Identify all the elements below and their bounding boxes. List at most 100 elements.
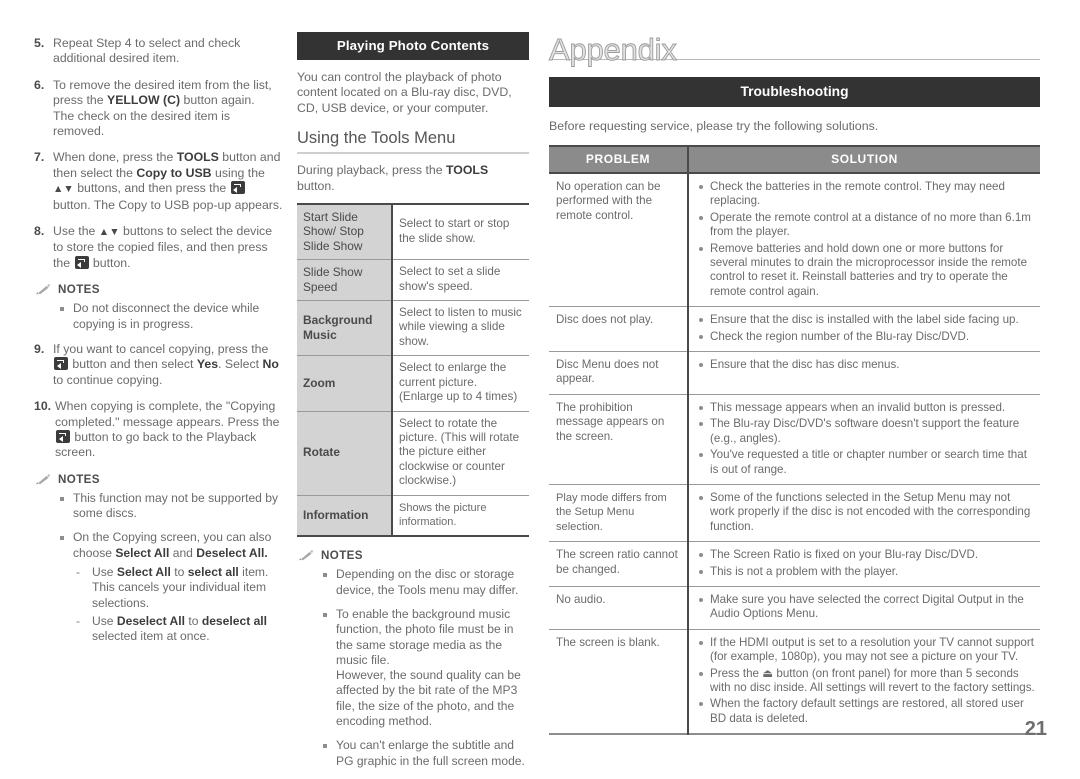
note-subitem: Use Select All to select all item. This … [73,565,284,611]
tools-key: Rotate [297,411,393,496]
solution-item: You've requested a title or chapter numb… [696,448,1035,477]
note-item: On the Copying screen, you can also choo… [60,530,284,644]
solution-item: Remove batteries and hold down one or mo… [696,242,1035,300]
notes-list-1: Do not disconnect the device while copyi… [34,301,284,332]
solution-item: The Screen Ratio is fixed on your Blu-ra… [696,548,1035,562]
notes-label: NOTES [58,283,100,297]
note-item: Depending on the disc or storage device,… [323,567,529,598]
troubleshooting-table: PROBLEM SOLUTION No operation can be per… [549,145,1040,736]
solution-item: This message appears when an invalid but… [696,401,1035,415]
table-row: Disc does not play. Ensure that the disc… [549,306,1040,353]
step-text: Repeat Step 4 to select and check additi… [53,36,241,66]
solution-item: Some of the functions selected in the Se… [696,491,1035,534]
solution-item: This is not a problem with the player. [696,565,1035,579]
table-row: The prohibition message appears on the s… [549,394,1040,485]
notes-heading-2: NOTES [34,473,284,486]
tools-menu-table: Start Slide Show/ Stop Slide Show Select… [297,203,529,538]
table-row: Zoom Select to enlarge the current pictu… [297,355,529,412]
section-title-troubleshooting: Troubleshooting [549,77,1040,107]
note-item: You can't enlarge the subtitle and PG gr… [323,738,529,769]
solution-item: Check the region number of the Blu-ray D… [696,330,1035,344]
step-text: When done, press the TOOLS button and th… [53,150,283,212]
solution-list: The Screen Ratio is fixed on your Blu-ra… [696,548,1035,579]
tools-intro: During playback, press the TOOLS button. [297,163,489,193]
tools-key: Start Slide Show/ Stop Slide Show [297,204,393,261]
table-header-row: PROBLEM SOLUTION [549,146,1040,174]
table-row: The screen ratio cannot be changed. The … [549,541,1040,587]
table-row: Start Slide Show/ Stop Slide Show Select… [297,204,529,261]
enter-button-icon [56,429,70,443]
subheading-using-tools-menu: Using the Tools Menu [297,129,529,155]
tools-value: Select to set a slide show's speed. [392,259,529,302]
step-number: 10. [34,399,52,414]
middle-column: Playing Photo Contents You can control t… [297,32,529,779]
intro-paragraph: You can control the playback of photo co… [297,70,512,115]
table-row: Background Music Select to listen to mus… [297,300,529,357]
solution-cell: Make sure you have selected the correct … [688,586,1040,630]
column-header-solution: SOLUTION [688,146,1040,174]
up-down-arrow-icons: ▲▼ [98,226,120,239]
step-9: 9. If you want to cancel copying, press … [34,342,284,388]
table-row: Slide Show Speed Select to set a slide s… [297,259,529,302]
table-row: Play mode differs from the Setup Menu se… [549,484,1040,543]
pencil-icon [297,549,314,562]
table-row: No operation can be performed with the r… [549,173,1040,308]
problem-cell: The screen is blank. [549,629,689,735]
left-column: 5. Repeat Step 4 to select and check add… [34,36,284,654]
up-down-arrow-icons: ▲▼ [53,183,74,196]
solution-item: Ensure that the disc has disc menus. [696,358,1035,372]
tools-value: Select to listen to music while viewing … [392,300,529,357]
solution-item: Ensure that the disc is installed with t… [696,313,1035,327]
manual-page: 5. Repeat Step 4 to select and check add… [0,0,1080,768]
solution-item: Check the batteries in the remote contro… [696,180,1035,209]
solution-list: Ensure that the disc has disc menus. [696,358,1035,372]
pencil-icon [34,473,51,486]
solution-cell: If the HDMI output is set to a resolutio… [688,629,1040,734]
tools-value: Select to start or stop the slide show. [392,204,529,261]
notes-heading-mid: NOTES [297,549,529,562]
step-10: 10. When copying is complete, the "Copyi… [34,399,284,461]
solution-cell: Some of the functions selected in the Se… [688,484,1040,543]
solution-list: Make sure you have selected the correct … [696,593,1035,622]
section-title-playing-photo-contents: Playing Photo Contents [297,32,529,60]
tools-key: Information [297,495,393,537]
tools-value: Select to rotate the picture. (This will… [392,411,529,496]
enter-button-icon [230,181,245,195]
table-row: Rotate Select to rotate the picture. (Th… [297,411,529,496]
table-row: No audio. Make sure you have selected th… [549,586,1040,630]
notes-sublist: Use Select All to select all item. This … [73,565,284,644]
solution-cell: The Screen Ratio is fixed on your Blu-ra… [688,541,1040,587]
step-5: 5. Repeat Step 4 to select and check add… [34,36,284,67]
step-text: When copying is complete, the "Copying c… [55,399,280,460]
solution-cell: Check the batteries in the remote contro… [688,173,1040,308]
problem-cell: No operation can be performed with the r… [549,173,689,308]
tools-value: Shows the picture information. [399,501,487,528]
step-number: 5. [34,36,45,50]
table-row: Information Shows the picture informatio… [297,495,529,537]
solution-list: Check the batteries in the remote contro… [696,180,1035,299]
note-subitem: Use Deselect All to deselect all selecte… [73,614,284,645]
note-item: To enable the background music function,… [323,607,529,729]
solution-item: Press the ⏏ button (on front panel) for … [696,667,1035,696]
step-number: 7. [34,150,45,165]
solution-item: When the factory default settings are re… [696,697,1035,726]
tools-key: Slide Show Speed [297,259,393,302]
step-number: 9. [34,341,45,356]
solution-item: Operate the remote control at a distance… [696,211,1035,240]
enter-button-icon [74,255,89,269]
step-number: 8. [34,224,45,239]
solution-list: If the HDMI output is set to a resolutio… [696,636,1035,726]
solution-item: If the HDMI output is set to a resolutio… [696,636,1035,665]
solution-list: Ensure that the disc is installed with t… [696,313,1035,344]
tools-key: Background Music [297,300,393,357]
solution-item: Make sure you have selected the correct … [696,593,1035,622]
notes-list-2: This function may not be supported by so… [34,491,284,645]
column-header-problem: PROBLEM [549,146,689,174]
tools-value: Select to enlarge the current picture. (… [392,355,529,412]
step-7: 7. When done, press the TOOLS button and… [34,150,284,213]
solution-cell: This message appears when an invalid but… [688,394,1040,485]
right-column: Appendix Troubleshooting Before requesti… [549,32,1040,736]
problem-cell: The prohibition message appears on the s… [549,394,689,485]
page-title: Appendix [549,32,678,68]
table-row: The screen is blank. If the HDMI output … [549,629,1040,735]
